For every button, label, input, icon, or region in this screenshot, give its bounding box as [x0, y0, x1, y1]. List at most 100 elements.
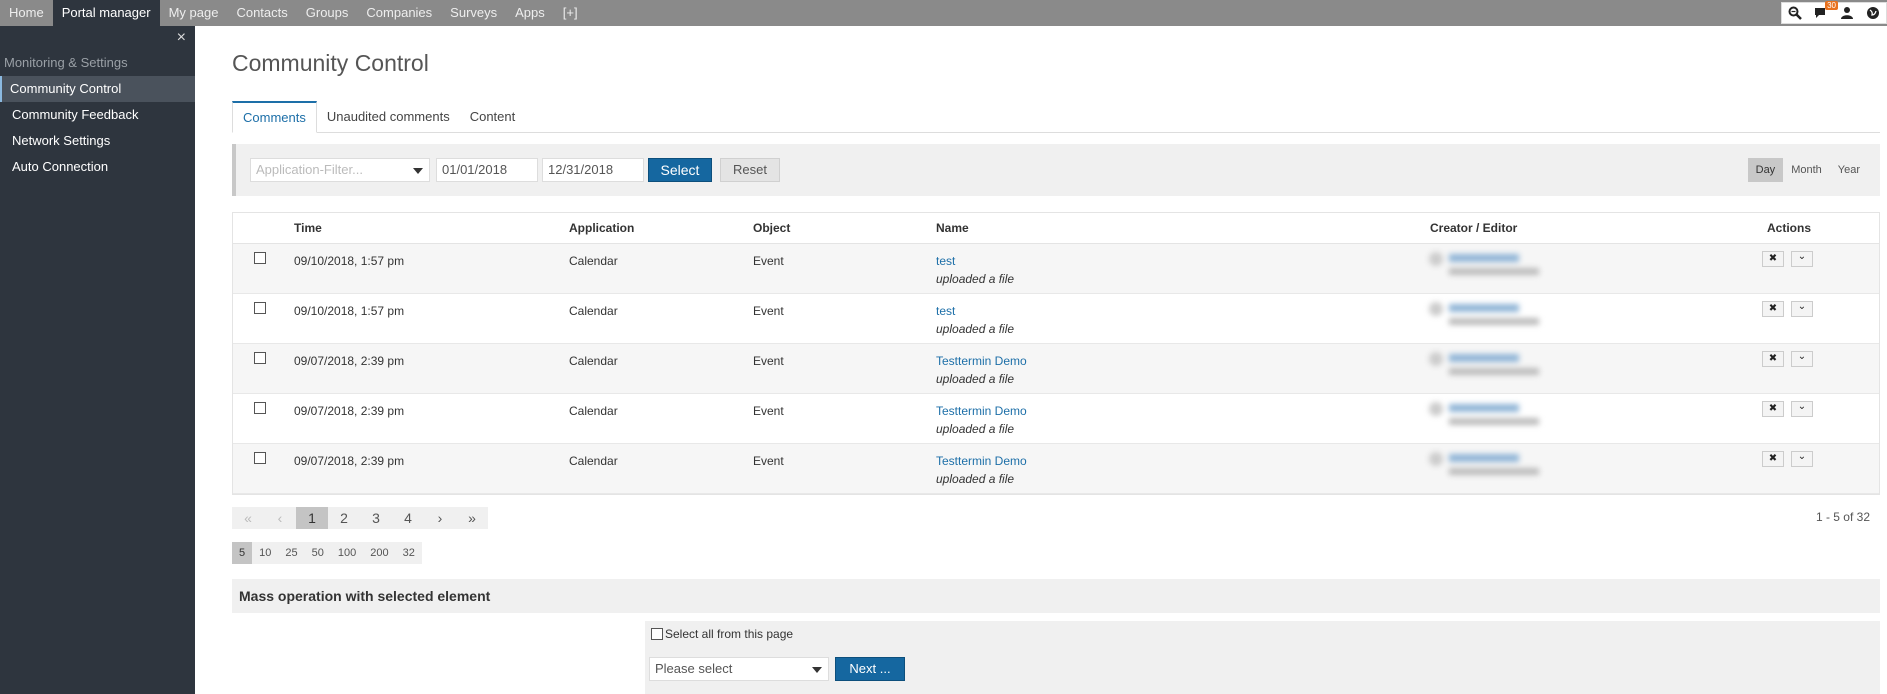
tab-comments[interactable]: Comments — [232, 101, 317, 133]
row-checkbox[interactable] — [254, 302, 266, 314]
pager-prev[interactable]: ‹ — [264, 507, 296, 529]
sidebar-item-community-control[interactable]: Community Control — [0, 76, 195, 102]
user-profile-icon[interactable] — [1840, 6, 1854, 20]
sidebar-section-title: Monitoring & Settings — [4, 55, 128, 70]
comments-table: Time Application Object Name Creator / E… — [232, 212, 1880, 495]
pager-page-1[interactable]: 1 — [296, 507, 328, 529]
cell-object: Event — [753, 404, 784, 418]
header-creator-editor: Creator / Editor — [1430, 221, 1518, 235]
tab-content[interactable]: Content — [460, 101, 526, 132]
avatar — [1429, 402, 1443, 416]
period-month[interactable]: Month — [1783, 158, 1830, 182]
header-object: Object — [753, 221, 791, 235]
select-all-checkbox-row[interactable]: Select all from this page — [651, 627, 793, 641]
reset-button[interactable]: Reset — [720, 158, 780, 182]
page-size-100[interactable]: 100 — [331, 542, 363, 564]
row-checkbox[interactable] — [254, 352, 266, 364]
delete-icon[interactable]: ✖ — [1762, 401, 1784, 417]
avatar — [1429, 302, 1443, 316]
cell-object: Event — [753, 454, 784, 468]
row-checkbox[interactable] — [254, 452, 266, 464]
row-checkbox[interactable] — [254, 402, 266, 414]
creator-editor-avatar — [1429, 300, 1549, 336]
mass-operation-dropdown[interactable]: Please select — [649, 657, 829, 681]
globe-icon[interactable] — [1866, 6, 1880, 20]
nav-item-contacts[interactable]: Contacts — [227, 0, 296, 26]
application-filter-dropdown[interactable]: Application-Filter... — [250, 158, 430, 182]
name-subtitle: uploaded a file — [936, 422, 1015, 436]
nav-item-groups[interactable]: Groups — [297, 0, 358, 26]
notifications-icon[interactable]: 30 — [1814, 1, 1838, 20]
delete-icon[interactable]: ✖ — [1762, 301, 1784, 317]
mass-operation-placeholder: Please select — [655, 661, 733, 676]
row-checkbox[interactable] — [254, 252, 266, 264]
avatar — [1429, 352, 1443, 366]
pager-page-3[interactable]: 3 — [360, 507, 392, 529]
page-size-32[interactable]: 32 — [396, 542, 422, 564]
nav-item-surveys[interactable]: Surveys — [441, 0, 506, 26]
page-size-10[interactable]: 10 — [252, 542, 278, 564]
chevron-down-icon[interactable]: ⌄ — [1791, 351, 1813, 367]
cell-object: Event — [753, 254, 784, 268]
sidebar-item-community-feedback[interactable]: Community Feedback — [0, 102, 195, 128]
table-row: 09/07/2018, 2:39 pm Calendar Event Testterm… — [233, 444, 1879, 494]
name-link[interactable]: test — [936, 254, 1014, 268]
filter-bar: Application-Filter... 01/01/2018 12/31/2… — [232, 144, 1880, 196]
name-link[interactable]: Testtermin Demo — [936, 454, 1027, 468]
date-to-input[interactable]: 12/31/2018 — [542, 158, 644, 182]
chevron-down-icon[interactable]: ⌄ — [1791, 251, 1813, 267]
page-size-5[interactable]: 5 — [232, 542, 253, 564]
period-year[interactable]: Year — [1830, 158, 1868, 182]
next-button[interactable]: Next ... — [835, 657, 905, 681]
cell-time: 09/10/2018, 1:57 pm — [294, 304, 405, 318]
nav-item-more[interactable]: [+] — [554, 0, 587, 26]
delete-icon[interactable]: ✖ — [1762, 251, 1784, 267]
name-link[interactable]: Testtermin Demo — [936, 404, 1027, 418]
cell-time: 09/07/2018, 2:39 pm — [294, 354, 405, 368]
cell-object: Event — [753, 354, 784, 368]
name-link[interactable]: test — [936, 304, 1014, 318]
page-size-25[interactable]: 25 — [278, 542, 304, 564]
name-link[interactable]: Testtermin Demo — [936, 354, 1027, 368]
sidebar-item-network-settings[interactable]: Network Settings — [0, 128, 195, 154]
nav-item-my-page[interactable]: My page — [160, 0, 228, 26]
notification-count-badge: 30 — [1825, 1, 1838, 10]
page-size-200[interactable]: 200 — [363, 542, 395, 564]
period-day[interactable]: Day — [1747, 158, 1784, 182]
application-filter-placeholder: Application-Filter... — [256, 162, 363, 177]
pager-first[interactable]: « — [232, 507, 264, 529]
close-sidebar-icon[interactable]: × — [177, 29, 186, 47]
delete-icon[interactable]: ✖ — [1762, 351, 1784, 367]
sidebar-item-auto-connection[interactable]: Auto Connection — [0, 154, 195, 180]
pager-last[interactable]: » — [456, 507, 488, 529]
cell-time: 09/10/2018, 1:57 pm — [294, 254, 405, 268]
search-zoom-icon[interactable] — [1788, 6, 1802, 20]
nav-item-companies[interactable]: Companies — [357, 0, 441, 26]
date-from-input[interactable]: 01/01/2018 — [436, 158, 538, 182]
nav-item-home[interactable]: Home — [0, 0, 53, 26]
delete-icon[interactable]: ✖ — [1762, 451, 1784, 467]
cell-name: test uploaded a file — [936, 254, 1014, 286]
chevron-down-icon[interactable]: ⌄ — [1791, 401, 1813, 417]
select-button[interactable]: Select — [648, 158, 712, 182]
tab-unaudited-comments[interactable]: Unaudited comments — [317, 101, 460, 132]
nav-item-apps[interactable]: Apps — [506, 0, 554, 26]
nav-item-portal-manager[interactable]: Portal manager — [52, 0, 160, 26]
chevron-down-icon — [812, 667, 822, 673]
pager-next[interactable]: › — [424, 507, 456, 529]
page-size-50[interactable]: 50 — [305, 542, 331, 564]
chevron-down-icon[interactable]: ⌄ — [1791, 301, 1813, 317]
chevron-down-icon — [413, 168, 423, 174]
editor-name-redacted — [1449, 468, 1539, 475]
creator-name-redacted — [1449, 304, 1519, 312]
select-all-checkbox[interactable] — [651, 628, 663, 640]
creator-editor-avatar — [1429, 450, 1549, 486]
select-all-label: Select all from this page — [665, 627, 794, 641]
pager-page-4[interactable]: 4 — [392, 507, 424, 529]
name-subtitle: uploaded a file — [936, 472, 1015, 486]
cell-application: Calendar — [569, 354, 618, 368]
avatar — [1429, 252, 1443, 266]
chevron-down-icon[interactable]: ⌄ — [1791, 451, 1813, 467]
creator-name-redacted — [1449, 354, 1519, 362]
pager-page-2[interactable]: 2 — [328, 507, 360, 529]
